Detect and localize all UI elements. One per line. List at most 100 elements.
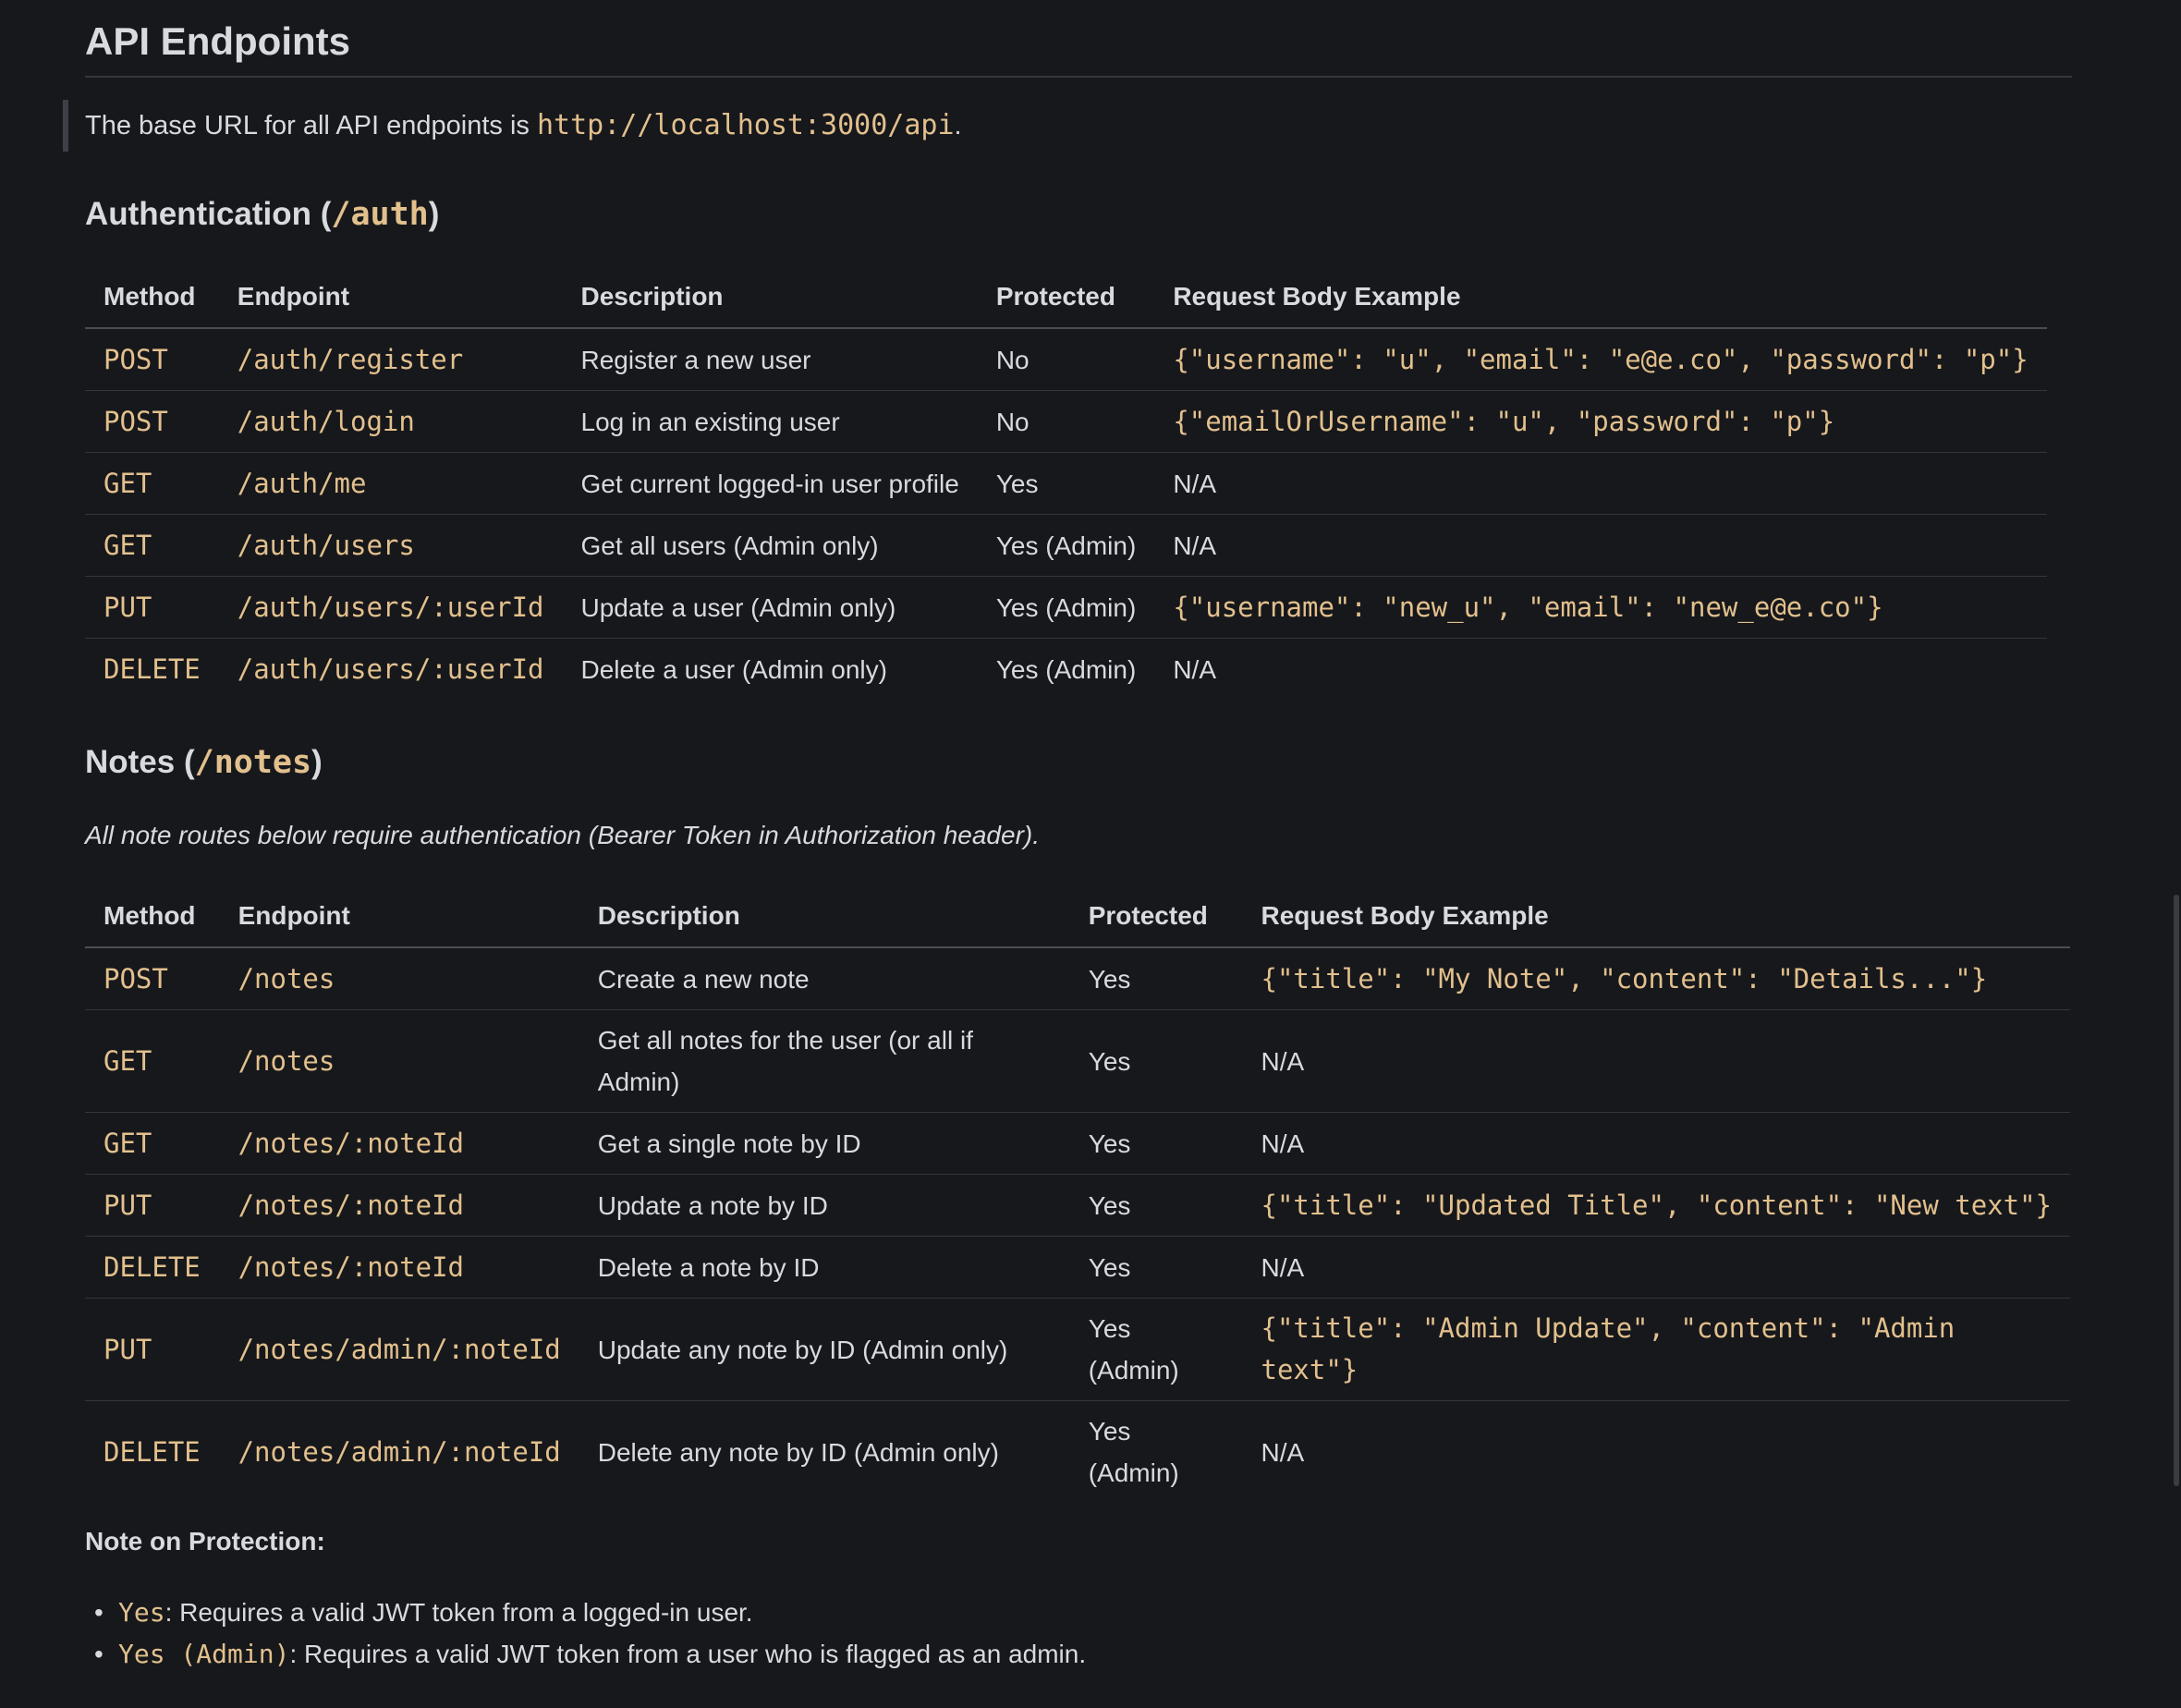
request-body-cell: {"title": "My Note", "content": "Details… — [1242, 947, 2070, 1010]
endpoint-code: /notes/:noteId — [238, 1250, 464, 1283]
table-header-row: Method Endpoint Description Protected Re… — [85, 885, 2070, 948]
table-row: POST /auth/register Register a new user … — [85, 328, 2047, 391]
endpoint-code: /notes/admin/:noteId — [238, 1435, 561, 1468]
endpoint-cell: /auth/me — [218, 452, 563, 515]
table-row: GET /notes/:noteId Get a single note by … — [85, 1112, 2070, 1175]
method-code: GET — [104, 529, 152, 561]
request-body-cell: N/A — [1242, 1236, 2070, 1299]
endpoint-cell: /auth/users/:userId — [218, 576, 563, 639]
endpoint-code: /auth/users — [237, 529, 415, 561]
endpoint-code: /notes/:noteId — [238, 1189, 464, 1221]
request-body-code: {"username": "u", "email": "e@e.co", "pa… — [1173, 343, 2029, 375]
method-cell: GET — [85, 452, 219, 515]
request-body-cell: {"title": "Updated Title", "content": "N… — [1242, 1174, 2070, 1237]
method-cell: PUT — [85, 576, 219, 639]
request-body-cell: {"emailOrUsername": "u", "password": "p"… — [1154, 390, 2047, 453]
column-header-protected: Protected — [1069, 885, 1243, 948]
description-cell: Delete a note by ID — [579, 1236, 1070, 1299]
endpoint-code: /auth/register — [237, 343, 464, 375]
table-row: DELETE /auth/users/:userId Delete a user… — [85, 639, 2047, 701]
notes-heading-code: /notes — [194, 744, 312, 781]
auth-heading-code: /auth — [331, 196, 429, 233]
protected-cell: Yes — [1069, 1112, 1243, 1175]
method-code: GET — [104, 1044, 152, 1077]
request-body-cell: {"username": "new_u", "email": "new_e@e.… — [1154, 576, 2047, 639]
column-header-request-body: Request Body Example — [1154, 266, 2047, 329]
auth-heading-suffix: ) — [428, 196, 440, 232]
protection-note-heading: Note on Protection: — [85, 1527, 325, 1556]
endpoint-code: /notes — [238, 962, 335, 994]
method-code: POST — [104, 405, 168, 437]
auth-endpoints-table: Method Endpoint Description Protected Re… — [85, 266, 2047, 700]
protected-cell: Yes — [1069, 947, 1243, 1010]
method-code: POST — [104, 343, 168, 375]
column-header-endpoint: Endpoint — [218, 266, 563, 329]
method-cell: GET — [85, 1009, 220, 1113]
method-code: GET — [104, 1127, 152, 1159]
protection-note-list: Yes: Requires a valid JWT token from a l… — [85, 1592, 1086, 1675]
request-body-cell: {"username": "u", "email": "e@e.co", "pa… — [1154, 328, 2047, 391]
table-row: DELETE /notes/:noteId Delete a note by I… — [85, 1236, 2070, 1299]
method-code: PUT — [104, 1189, 152, 1221]
request-body-cell: N/A — [1154, 514, 2047, 577]
description-cell: Get a single note by ID — [579, 1112, 1070, 1175]
description-cell: Register a new user — [562, 328, 978, 391]
description-cell: Update a user (Admin only) — [562, 576, 978, 639]
column-header-description: Description — [562, 266, 978, 329]
markdown-document: API Endpoints The base URL for all API e… — [63, 0, 2072, 1675]
protection-level-text: : Requires a valid JWT token from a user… — [289, 1640, 1087, 1668]
method-code: POST — [104, 962, 168, 994]
method-code: PUT — [104, 591, 152, 623]
page-title: API Endpoints — [85, 0, 2072, 78]
endpoint-cell: /auth/login — [218, 390, 563, 453]
endpoint-cell: /notes/admin/:noteId — [219, 1298, 579, 1401]
column-header-protected: Protected — [977, 266, 1155, 329]
notes-endpoints-table: Method Endpoint Description Protected Re… — [85, 885, 2070, 1503]
protected-cell: Yes (Admin) — [995, 654, 1137, 684]
protected-cell: No — [977, 328, 1155, 391]
protected-cell: Yes (Admin) — [1088, 1417, 1179, 1487]
method-code: GET — [104, 467, 152, 499]
description-cell: Update any note by ID (Admin only) — [579, 1298, 1070, 1401]
method-code: DELETE — [104, 1435, 201, 1468]
protected-cell: Yes — [1069, 1236, 1243, 1299]
table-row: PUT /notes/:noteId Update a note by ID Y… — [85, 1174, 2070, 1237]
request-body-cell: N/A — [1173, 654, 1216, 684]
table-row: DELETE /notes/admin/:noteId Delete any n… — [85, 1401, 2070, 1504]
protection-level-text: : Requires a valid JWT token from a logg… — [164, 1598, 753, 1627]
list-item: Yes (Admin): Requires a valid JWT token … — [94, 1633, 1087, 1675]
table-row: GET /notes Get all notes for the user (o… — [85, 1009, 2070, 1113]
scrollbar-thumb[interactable] — [2174, 895, 2179, 1486]
endpoint-cell: /notes/:noteId — [219, 1112, 579, 1175]
endpoint-code: /auth/login — [237, 405, 415, 437]
base-url-text: The base URL for all API endpoints is — [85, 111, 537, 140]
description-cell: Get all users (Admin only) — [562, 514, 978, 577]
endpoint-code: /notes/:noteId — [238, 1127, 464, 1159]
description-cell: Log in an existing user — [562, 390, 978, 453]
table-row: PUT /auth/users/:userId Update a user (A… — [85, 576, 2047, 639]
method-cell: POST — [85, 390, 219, 453]
endpoint-cell: /notes/admin/:noteId — [220, 1401, 579, 1504]
request-body-code: {"emailOrUsername": "u", "password": "p"… — [1173, 405, 1835, 437]
vertical-scrollbar[interactable] — [2170, 0, 2181, 1708]
table-row: GET /auth/me Get current logged-in user … — [85, 452, 2047, 515]
protection-level-code: Yes — [118, 1597, 165, 1628]
protected-cell: Yes (Admin) — [977, 514, 1155, 577]
method-cell: POST — [85, 947, 220, 1010]
table-row: POST /auth/login Log in an existing user… — [85, 390, 2047, 453]
table-row: POST /notes Create a new note Yes {"titl… — [85, 947, 2070, 1010]
auth-heading-prefix: Authentication ( — [85, 196, 332, 232]
column-header-description: Description — [579, 885, 1070, 948]
method-code: PUT — [104, 1333, 152, 1365]
method-cell: DELETE — [85, 639, 219, 701]
table-row: PUT /notes/admin/:noteId Update any note… — [85, 1298, 2070, 1401]
auth-section-heading: Authentication (/auth) — [85, 192, 439, 237]
protected-cell: No — [977, 390, 1155, 453]
column-header-request-body: Request Body Example — [1242, 885, 2070, 948]
endpoint-code: /auth/me — [237, 467, 367, 499]
endpoint-cell: /auth/users/:userId — [219, 639, 563, 701]
protection-level-code: Yes (Admin) — [118, 1639, 290, 1669]
endpoint-code: /auth/users/:userId — [237, 653, 544, 685]
endpoint-cell: /notes — [219, 947, 579, 1010]
method-cell: PUT — [85, 1174, 220, 1237]
